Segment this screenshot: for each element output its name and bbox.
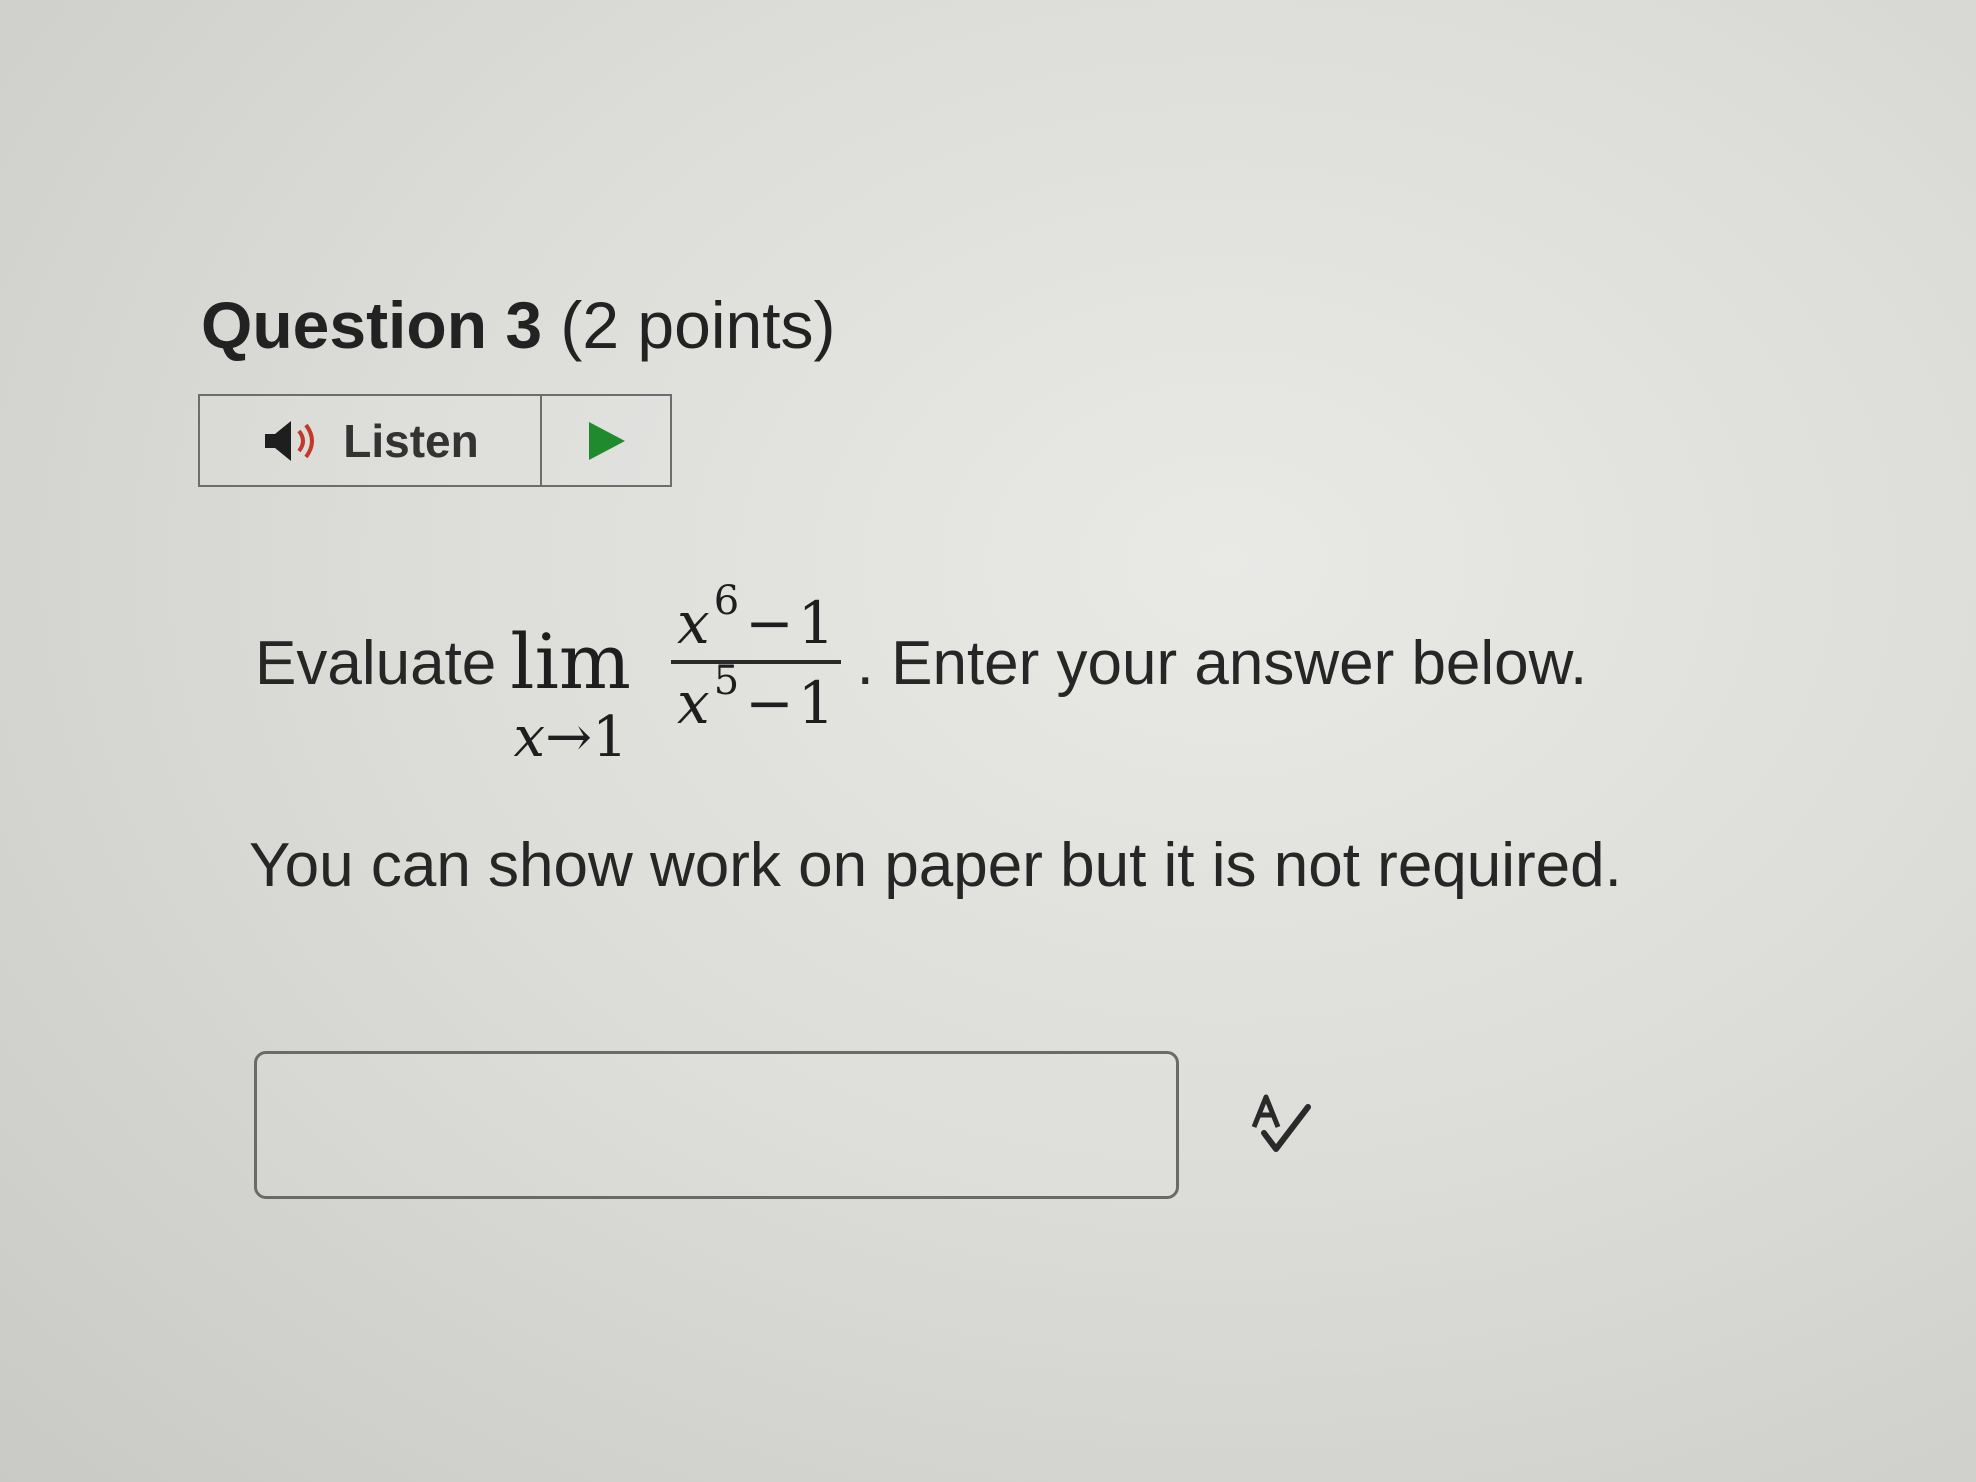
den-constant: 1 [797, 669, 835, 737]
limit-expression: lim x → 1 x 6 − 1 x 5 − 1 [510, 578, 841, 770]
fraction-bar [670, 660, 841, 664]
listen-button[interactable]: Listen [200, 396, 542, 485]
den-operator: − [745, 669, 794, 737]
question-heading: Question 3 (2 points) [201, 287, 836, 363]
question-prompt: Evaluate lim x → 1 x 6 − 1 x 5 − 1 . Ent… [255, 568, 1588, 770]
lim-sub-var: x [513, 705, 546, 770]
listen-widget: Listen [198, 394, 672, 487]
den-var: x [676, 669, 710, 737]
prompt-lead: Evaluate [255, 628, 497, 698]
page-surface: Question 3 (2 points) Listen Evaluate li… [0, 0, 1976, 1482]
answer-input[interactable] [254, 1051, 1179, 1199]
num-operator: − [745, 589, 794, 657]
fraction: x 6 − 1 x 5 − 1 [670, 578, 841, 737]
lim-word: lim [510, 617, 631, 706]
prompt-trail: . Enter your answer below. [856, 628, 1588, 698]
question-points: (2 points) [560, 288, 836, 362]
question-title: Question 3 [201, 288, 543, 362]
lim-subscript: x → 1 [514, 706, 628, 770]
work-note: You can show work on paper but it is not… [249, 831, 1622, 900]
limit-operator: lim x → 1 [510, 624, 631, 770]
fraction-numerator: x 6 − 1 [671, 578, 841, 657]
listen-label: Listen [343, 414, 479, 467]
play-icon [583, 418, 629, 464]
spellcheck-icon[interactable] [1246, 1093, 1316, 1157]
speaker-icon [261, 417, 327, 465]
num-var: x [676, 589, 710, 657]
lim-sub-arrow: → [545, 705, 593, 770]
fraction-denominator: x 5 − 1 [671, 658, 841, 737]
play-button[interactable] [542, 396, 670, 485]
num-exponent: 6 [713, 578, 740, 624]
den-exponent: 5 [713, 658, 740, 704]
lim-sub-value: 1 [592, 705, 628, 770]
num-constant: 1 [797, 589, 835, 657]
